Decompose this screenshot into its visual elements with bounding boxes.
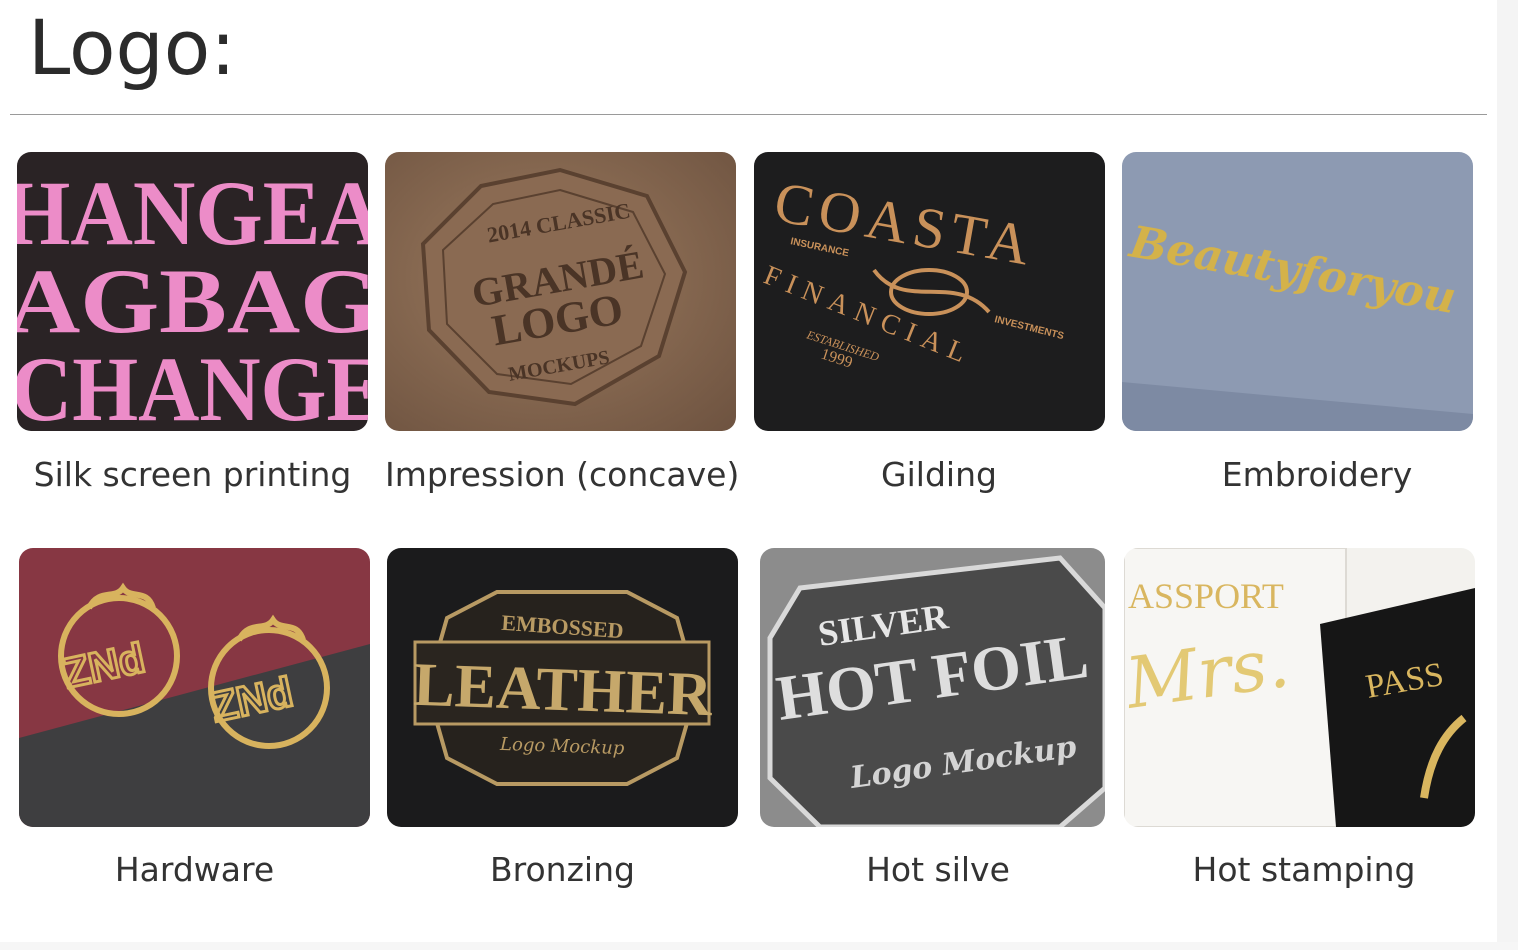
impression-artwork: 2014 CLASSIC GRANDÉ LOGO MOCKUPS — [385, 152, 736, 431]
silk-text-2: AGBAG — [17, 250, 368, 352]
gilding-artwork: COASTA INSURANCE INVESTMENTS FINANCIAL E… — [754, 152, 1105, 431]
silk-text-3: CHANGE — [17, 338, 368, 431]
embroidery-label: Embroidery — [1221, 455, 1413, 494]
silk-screen-printing-artwork: HANGEA AGBAG CHANGE — [17, 152, 368, 431]
stamping-passport-a: ASSPORT — [1128, 576, 1284, 616]
hardware-label: Hardware — [114, 850, 275, 889]
embroidery-image[interactable]: Beautyforyou — [1122, 152, 1473, 431]
bronzing-image[interactable]: EMBOSSED LEATHER Logo Mockup — [387, 548, 738, 827]
hot-silve-label: Hot silve — [866, 850, 1010, 889]
hot-stamping-artwork: ASSPORT Mrs. PASS — [1124, 548, 1475, 827]
silk-screen-printing-image[interactable]: HANGEA AGBAG CHANGE — [17, 152, 368, 431]
hot-silve-artwork: SILVER HOT FOIL Logo Mockup — [760, 548, 1105, 827]
silk-screen-printing-label: Silk screen printing — [33, 455, 352, 494]
hardware-artwork: ZNd ZNd — [19, 548, 370, 827]
gilding-image[interactable]: COASTA INSURANCE INVESTMENTS FINANCIAL E… — [754, 152, 1105, 431]
embroidery-artwork: Beautyforyou — [1122, 152, 1473, 431]
hot-stamping-label: Hot stamping — [1192, 850, 1416, 889]
title-divider — [10, 114, 1487, 115]
hot-stamping-image[interactable]: ASSPORT Mrs. PASS — [1124, 548, 1475, 827]
bottom-edge-shade — [0, 942, 1518, 950]
page-title: Logo: — [28, 3, 236, 92]
hardware-image[interactable]: ZNd ZNd — [19, 548, 370, 827]
bronzing-label: Bronzing — [490, 850, 635, 889]
silk-text-1: HANGEA — [17, 162, 368, 264]
gilding-label: Gilding — [881, 455, 997, 494]
right-edge-shade — [1497, 0, 1518, 950]
hot-silve-image[interactable]: SILVER HOT FOIL Logo Mockup — [760, 548, 1105, 827]
impression-label: Impression (concave) — [385, 455, 740, 494]
bronzing-sub-text: Logo Mockup — [499, 734, 625, 759]
bronzing-artwork: EMBOSSED LEATHER Logo Mockup — [387, 548, 738, 827]
impression-image[interactable]: 2014 CLASSIC GRANDÉ LOGO MOCKUPS — [385, 152, 736, 431]
bronzing-main-text: LEATHER — [412, 651, 714, 729]
